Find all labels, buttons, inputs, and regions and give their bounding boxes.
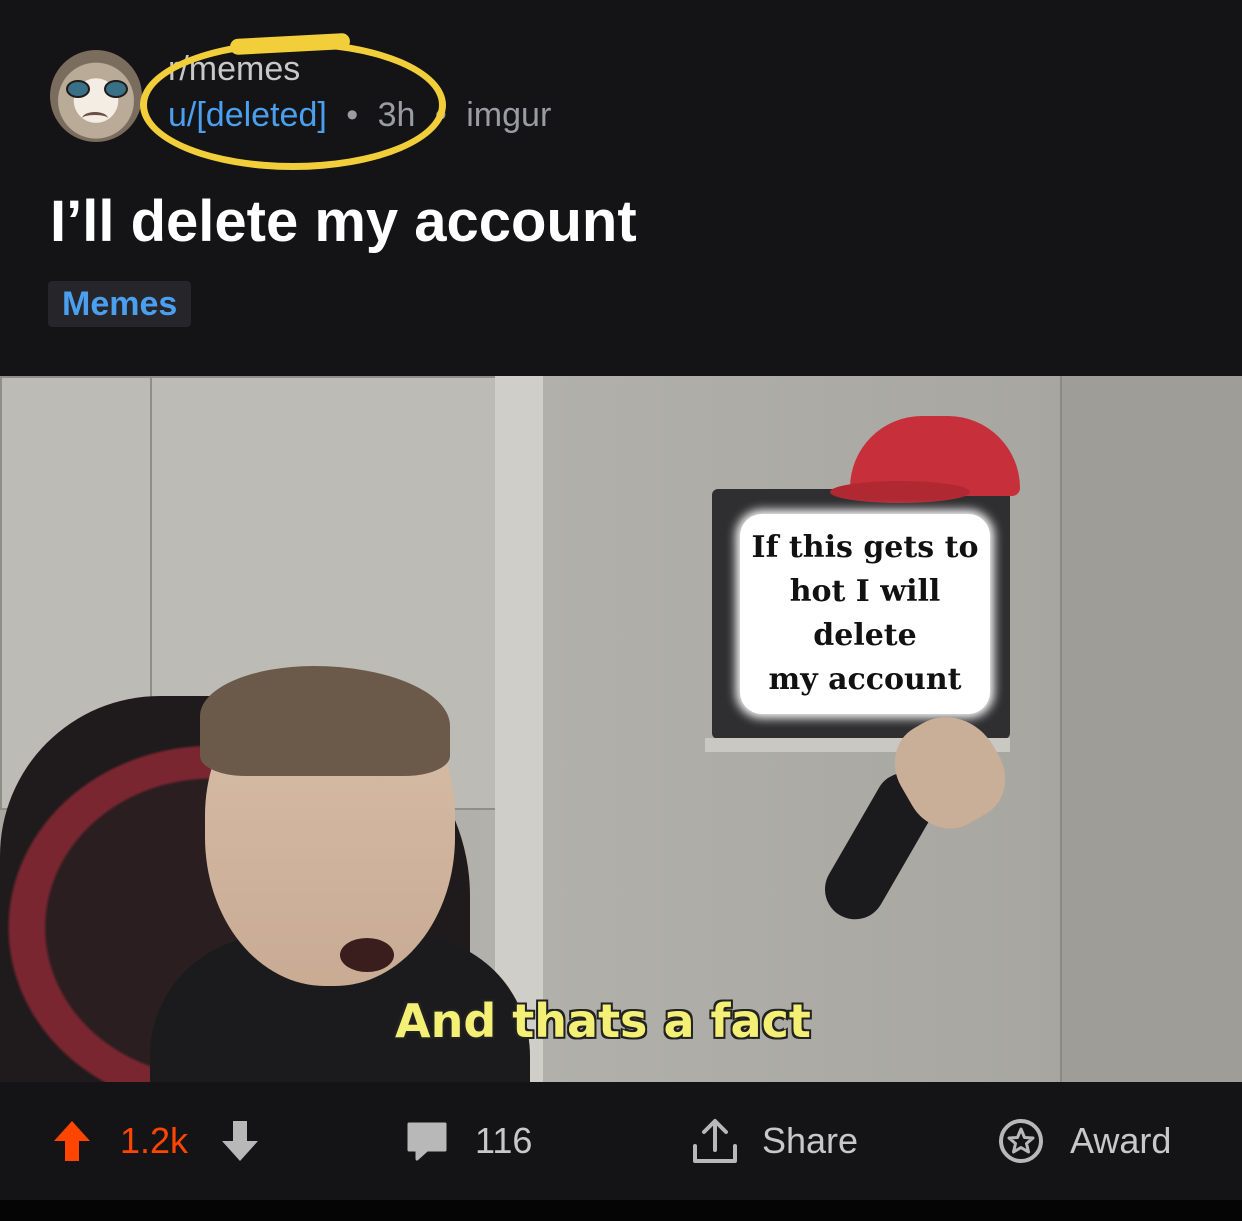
tv-text: If this gets to hot I will delete my acc… <box>751 530 979 697</box>
avatar-eye-right <box>104 80 128 98</box>
comment-icon <box>407 1122 447 1161</box>
person-mouth <box>340 938 394 972</box>
bottom-edge <box>0 1200 1242 1221</box>
share-label[interactable]: Share <box>762 1082 858 1200</box>
meme-image[interactable]: If this gets to hot I will delete my acc… <box>0 376 1242 1082</box>
avatar-mouth <box>82 112 108 125</box>
post-flair[interactable]: Memes <box>48 281 192 327</box>
wall-pillar <box>495 376 543 1082</box>
tv-screen: If this gets to hot I will delete my acc… <box>740 514 990 714</box>
comments-button[interactable] <box>405 1082 449 1200</box>
wall-panel-right <box>1060 376 1242 1082</box>
meme-caption: And thats a fact <box>395 994 811 1048</box>
vote-score: 1.2k <box>120 1120 189 1161</box>
share-button[interactable] <box>690 1082 740 1200</box>
comment-count[interactable]: 116 <box>475 1082 532 1200</box>
upvote-button[interactable] <box>52 1082 92 1200</box>
award-label[interactable]: Award <box>1070 1082 1171 1200</box>
award-button[interactable] <box>998 1082 1044 1200</box>
downvote-icon <box>222 1121 258 1161</box>
action-bar: 1.2k 116 Share Award <box>0 1082 1242 1200</box>
red-cap-brim <box>830 481 970 503</box>
share-icon <box>693 1119 737 1163</box>
post-title[interactable]: I’ll delete my account <box>50 188 637 255</box>
award-icon <box>999 1119 1043 1163</box>
highlight-circle <box>140 40 446 170</box>
post-domain[interactable]: imgur <box>466 96 551 134</box>
downvote-button[interactable] <box>220 1082 260 1200</box>
post-header: r/memes u/[deleted] • 3h • imgur I’ll de… <box>0 0 1242 376</box>
subreddit-avatar[interactable] <box>50 50 142 142</box>
upvote-icon <box>54 1121 90 1161</box>
avatar-eye-left <box>66 80 90 98</box>
